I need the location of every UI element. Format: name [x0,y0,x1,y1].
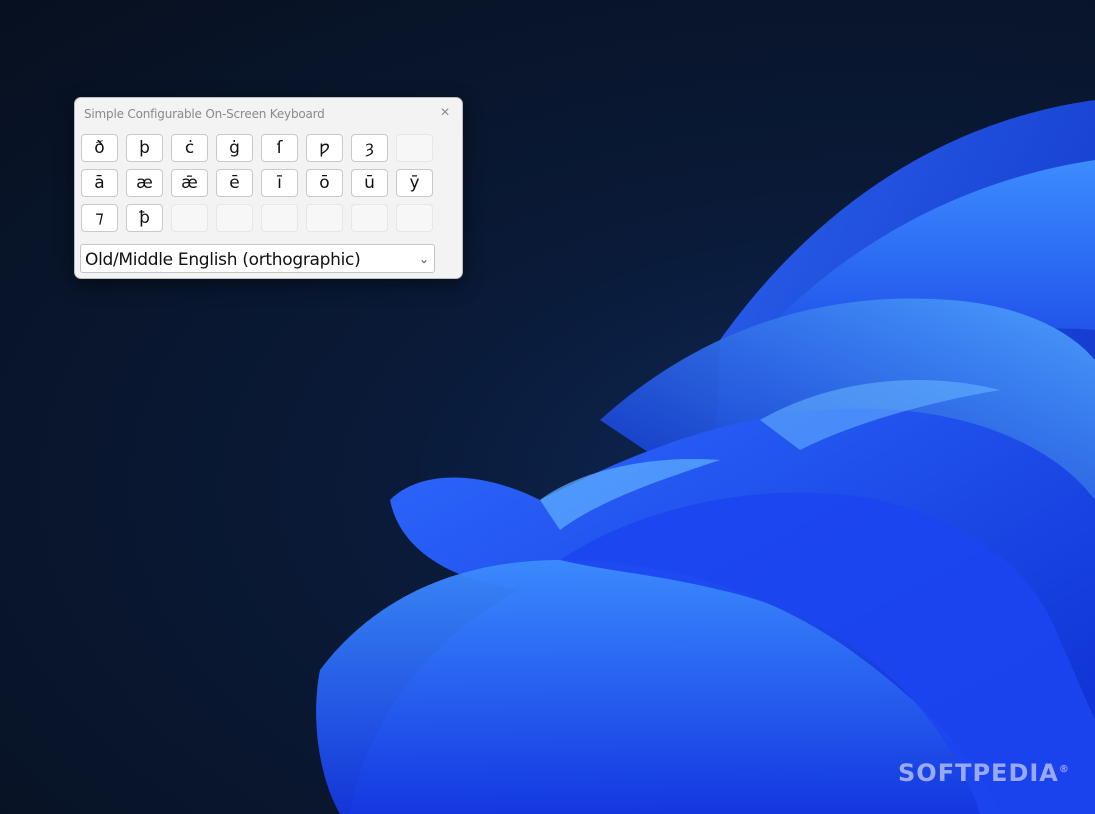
key-button[interactable]: ġ [216,134,253,162]
key-button[interactable]: ȳ [396,169,433,197]
key-button[interactable]: ō [306,169,343,197]
layout-select[interactable]: Old/Middle English (orthographic) ⌄ [80,244,435,273]
key-button[interactable]: ſ [261,134,298,162]
key-button-empty[interactable] [171,204,208,232]
key-button-empty[interactable] [261,204,298,232]
key-button[interactable]: ð [81,134,118,162]
layout-select-value: Old/Middle English (orthographic) [85,250,361,270]
key-button[interactable]: þ [126,134,163,162]
softpedia-watermark: SOFTPEDIA® [898,759,1070,787]
key-button[interactable]: ī [261,169,298,197]
key-button-empty[interactable] [216,204,253,232]
key-button[interactable]: ċ [171,134,208,162]
key-button[interactable]: ā [81,169,118,197]
key-button[interactable]: ē [216,169,253,197]
keyboard-window: Simple Configurable On-Screen Keyboard ×… [74,97,463,279]
key-button[interactable]: ƿ [306,134,343,162]
key-button-empty[interactable] [306,204,343,232]
key-button[interactable]: ⁊ [81,204,118,232]
chevron-down-icon[interactable]: ⌄ [419,252,429,266]
window-title: Simple Configurable On-Screen Keyboard [84,107,325,121]
key-button[interactable]: ȝ [351,134,388,162]
close-icon[interactable]: × [434,103,456,123]
key-button[interactable]: ǣ [171,169,208,197]
title-bar[interactable]: Simple Configurable On-Screen Keyboard × [75,98,462,128]
key-button[interactable]: ū [351,169,388,197]
key-button-empty[interactable] [351,204,388,232]
key-button-empty[interactable] [396,204,433,232]
key-button[interactable]: ꝥ [126,204,163,232]
key-button[interactable]: æ [126,169,163,197]
key-button-empty[interactable] [396,134,433,162]
